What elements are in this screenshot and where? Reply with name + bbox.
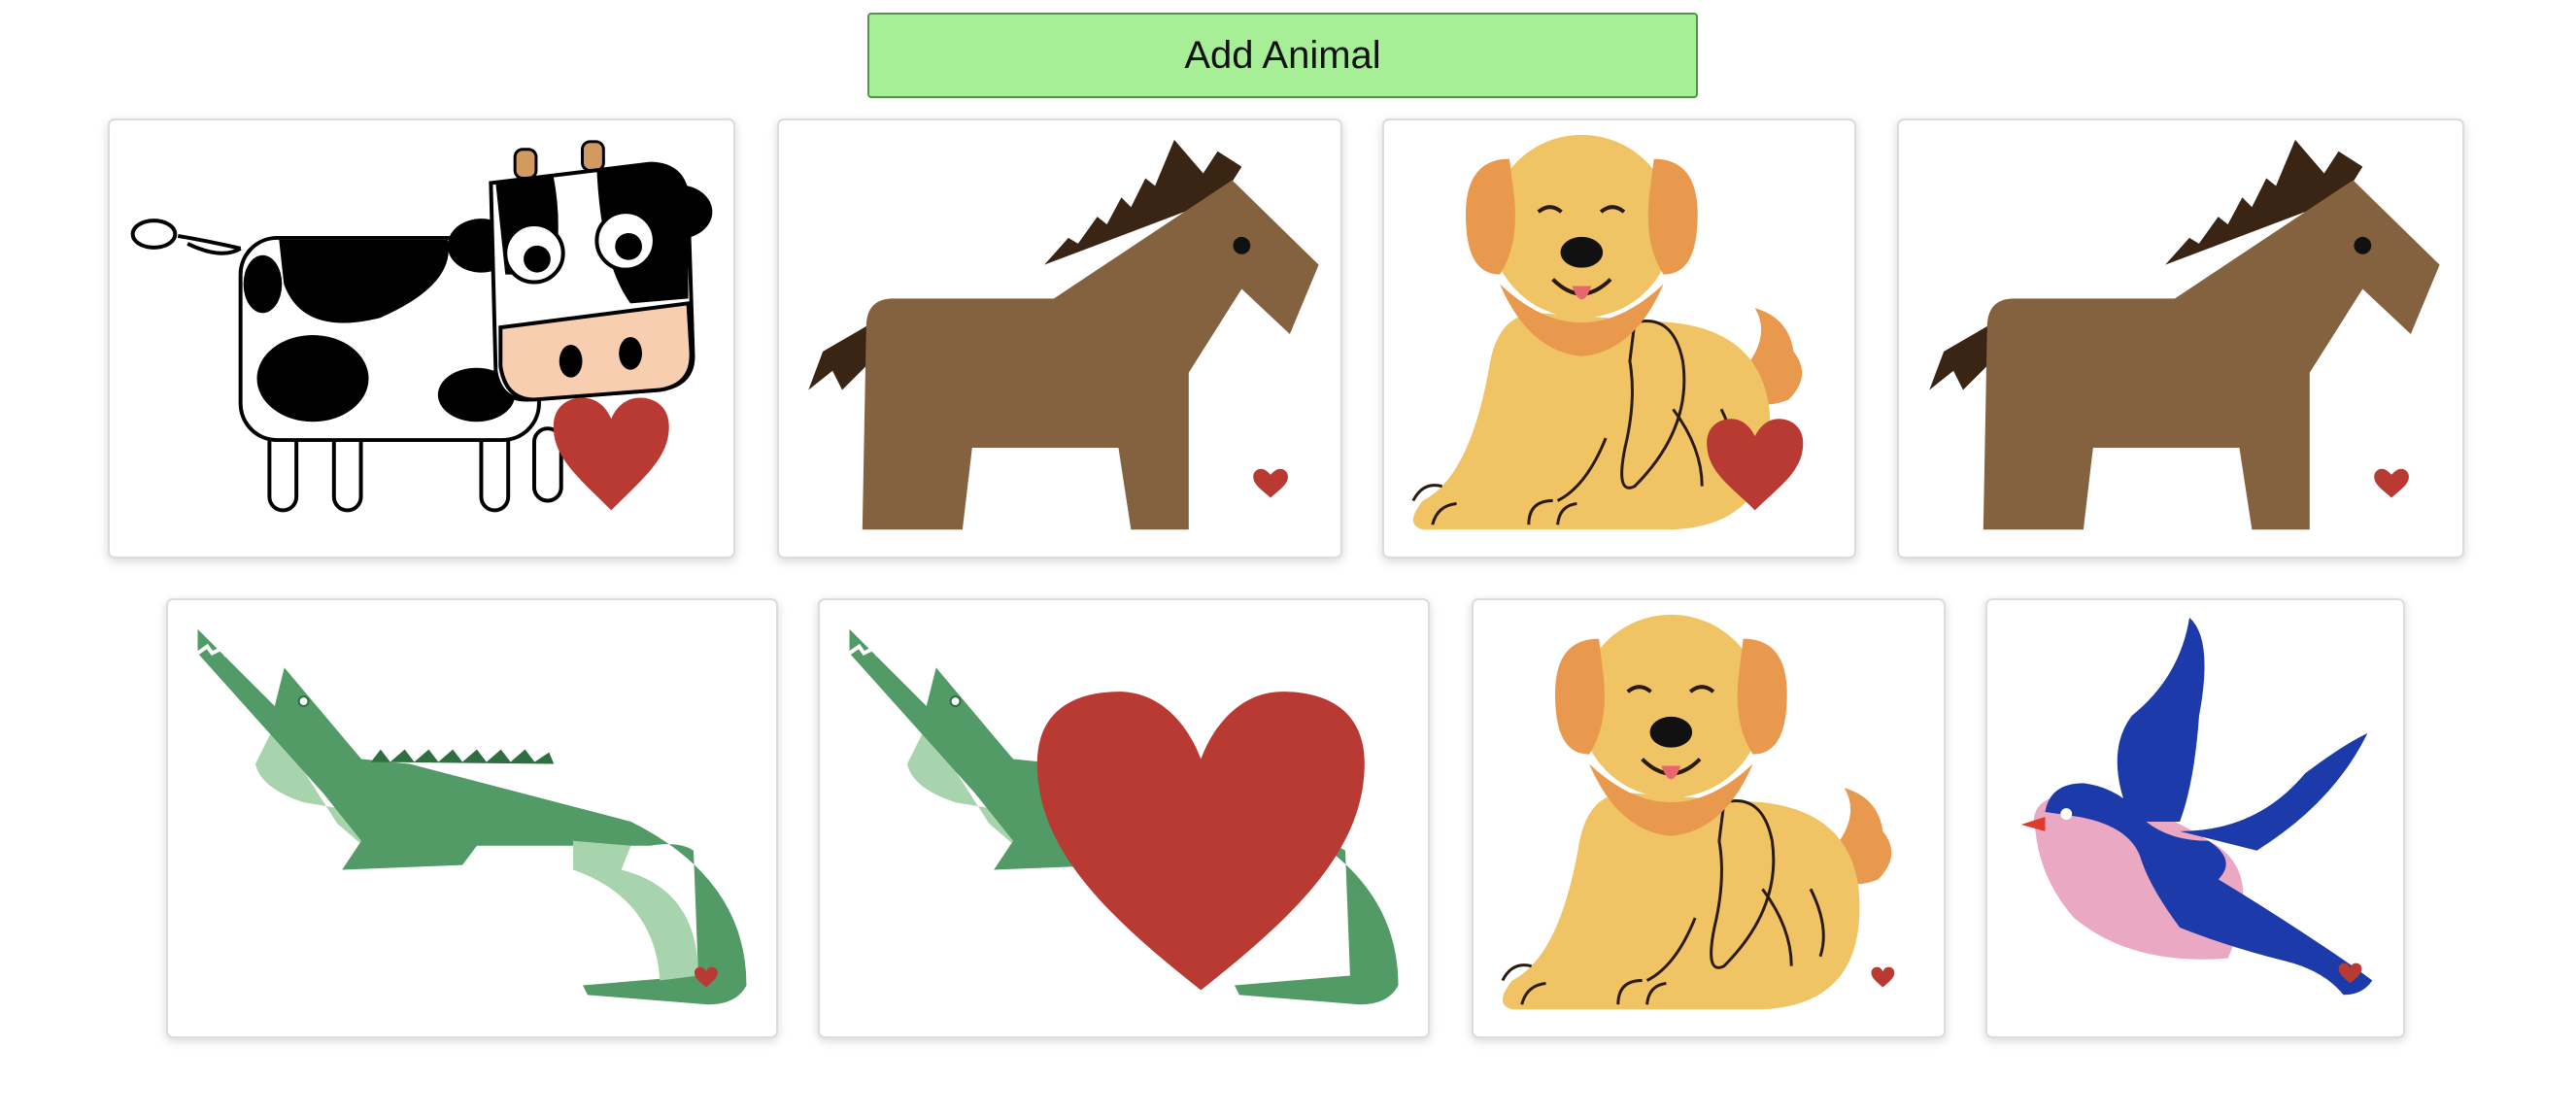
animal-card-horse[interactable] [777, 118, 1342, 558]
animal-card-bird[interactable] [1985, 598, 2405, 1038]
animal-card-crocodile[interactable] [818, 598, 1430, 1038]
animal-card-dog[interactable] [1382, 118, 1856, 558]
horse-image [1929, 139, 2440, 530]
bird-image [2020, 617, 2373, 996]
animal-card-cow[interactable] [108, 118, 735, 558]
add-animal-button[interactable]: Add Animal [867, 13, 1698, 98]
animal-card-dog[interactable] [1472, 598, 1946, 1038]
crocodile-image [848, 628, 1399, 1005]
cow-image [130, 140, 713, 513]
horse-image [808, 139, 1319, 530]
animal-card-crocodile[interactable] [166, 598, 778, 1038]
animal-card-horse[interactable] [1897, 118, 2464, 558]
dog-image [1501, 614, 1895, 1010]
crocodile-image [196, 628, 747, 1005]
dog-image [1411, 134, 1804, 530]
